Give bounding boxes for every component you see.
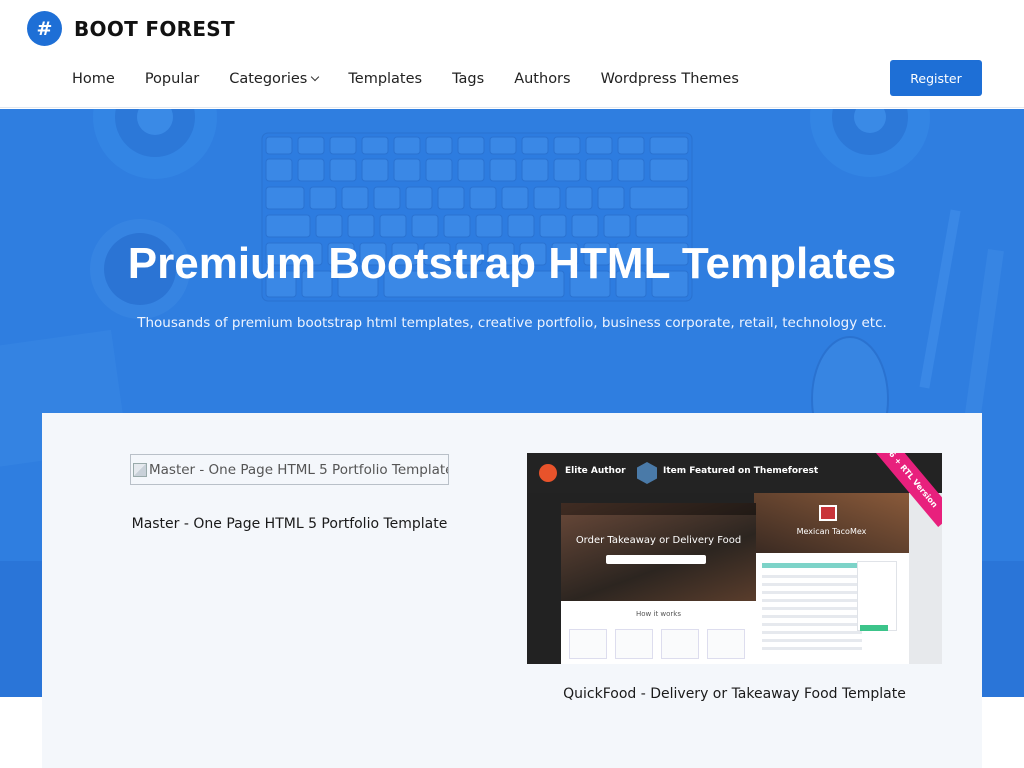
thumb-right-heading: Mexican TacoMex	[796, 527, 867, 536]
brand-name: BOOT FOREST	[74, 16, 235, 41]
nav-popular[interactable]: Popular	[145, 71, 199, 87]
thumb-right-bar	[762, 563, 862, 568]
thumb-right-lines	[762, 575, 862, 655]
nav-wordpress-themes[interactable]: Wordpress Themes	[601, 71, 739, 87]
nav-home[interactable]: Home	[72, 71, 115, 87]
hero-subtitle: Thousands of premium bootstrap html temp…	[137, 315, 887, 331]
thumb-steps	[569, 629, 753, 659]
nav-tags[interactable]: Tags	[452, 71, 484, 87]
nav-categories[interactable]: Categories	[229, 71, 320, 87]
broken-image-icon	[133, 462, 147, 477]
thumb-left-page: Order Takeaway or Delivery Food How it w…	[561, 503, 756, 664]
elite-author-icon	[539, 464, 557, 482]
thumb-left-nav	[561, 503, 756, 515]
thumb-order-button	[860, 625, 888, 631]
thumb-featured-label: Item Featured on Themeforest	[663, 466, 819, 476]
template-title-master[interactable]: Master - One Page HTML 5 Portfolio Templ…	[130, 516, 449, 532]
nav-templates[interactable]: Templates	[348, 71, 422, 87]
template-image-master[interactable]: Master - One Page HTML 5 Portfolio Templ…	[130, 454, 449, 485]
main-nav: Home Popular Categories Templates Tags A…	[72, 71, 769, 87]
thumb-left-search	[606, 555, 706, 564]
thumb-order-panel	[857, 561, 897, 631]
thumb-right-hero	[754, 493, 909, 553]
brand[interactable]: # BOOT FOREST	[27, 11, 235, 46]
hero-title: Premium Bootstrap HTML Templates	[127, 239, 897, 288]
thumb-elite-label: Elite Author	[565, 466, 626, 476]
register-button[interactable]: Register	[890, 60, 982, 96]
thumb-left-heading: Order Takeaway or Delivery Food	[575, 535, 742, 546]
chevron-down-icon	[311, 72, 320, 82]
hash-icon: #	[27, 11, 62, 46]
template-grid: Master - One Page HTML 5 Portfolio Templ…	[42, 413, 982, 768]
template-image-alt: Master - One Page HTML 5 Portfolio Templ…	[149, 461, 449, 478]
nav-authors[interactable]: Authors	[514, 71, 570, 87]
template-title-quickfood[interactable]: QuickFood - Delivery or Takeaway Food Te…	[527, 686, 942, 702]
thumb-how-heading: How it works	[636, 610, 681, 618]
thumb-restaurant-logo-icon	[819, 505, 837, 521]
site-header: # BOOT FOREST Home Popular Categories Te…	[0, 0, 1024, 108]
template-image-quickfood[interactable]: Elite Author Item Featured on Themefores…	[527, 453, 942, 664]
thumb-left-hero	[561, 503, 756, 601]
nav-categories-label: Categories	[229, 71, 308, 87]
